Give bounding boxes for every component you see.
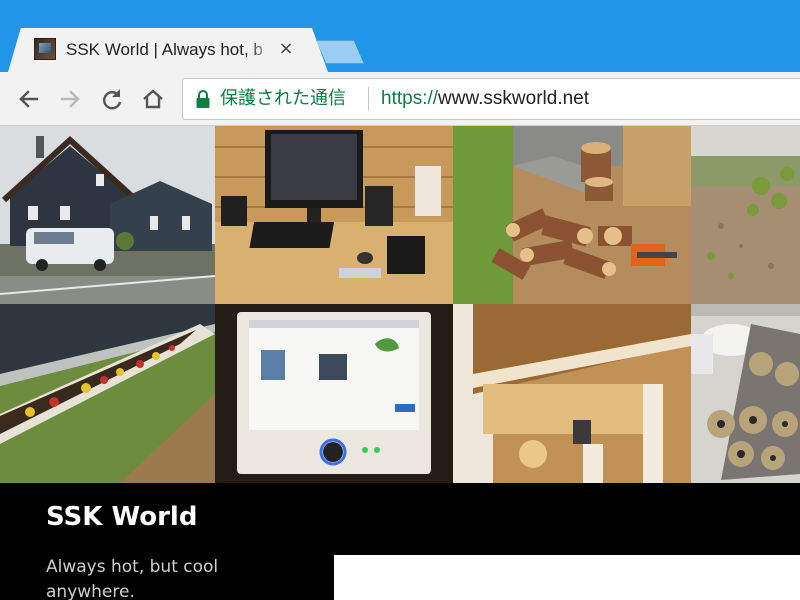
control-panel-photo [215, 304, 453, 483]
tab-title[interactable]: SSK World | Always hot, b [66, 40, 274, 60]
wooden-shelf-photo [453, 304, 691, 483]
photo-collage [0, 126, 800, 483]
home-icon [143, 89, 163, 109]
baking-tray-photo [691, 304, 800, 483]
garden-soil-photo [691, 126, 800, 304]
reload-icon [103, 89, 122, 110]
tab-close-button[interactable]: × [276, 38, 296, 60]
house-photo [0, 126, 215, 304]
desk-computer-photo [215, 126, 453, 304]
site-favicon [34, 38, 56, 60]
arrow-right-icon [60, 90, 80, 108]
reload-button[interactable] [97, 84, 127, 114]
arrow-left-icon [19, 90, 39, 108]
url-host: www.sskworld.net [438, 88, 590, 109]
url-scheme: https:// [381, 88, 439, 109]
site-title[interactable]: SSK World [46, 500, 197, 534]
firewood-photo [453, 126, 691, 304]
site-tagline: Always hot, but cool anywhere. [46, 557, 219, 600]
url-text[interactable]: https://www.sskworld.net [381, 86, 589, 112]
forward-button[interactable] [56, 84, 86, 114]
content-panel [334, 555, 800, 600]
home-button[interactable] [138, 84, 168, 114]
omnibox-separator [368, 87, 369, 111]
flower-bed-photo [0, 304, 215, 483]
lock-icon[interactable] [195, 89, 211, 109]
security-label[interactable]: 保護された通信 [220, 86, 346, 112]
back-button[interactable] [13, 84, 43, 114]
